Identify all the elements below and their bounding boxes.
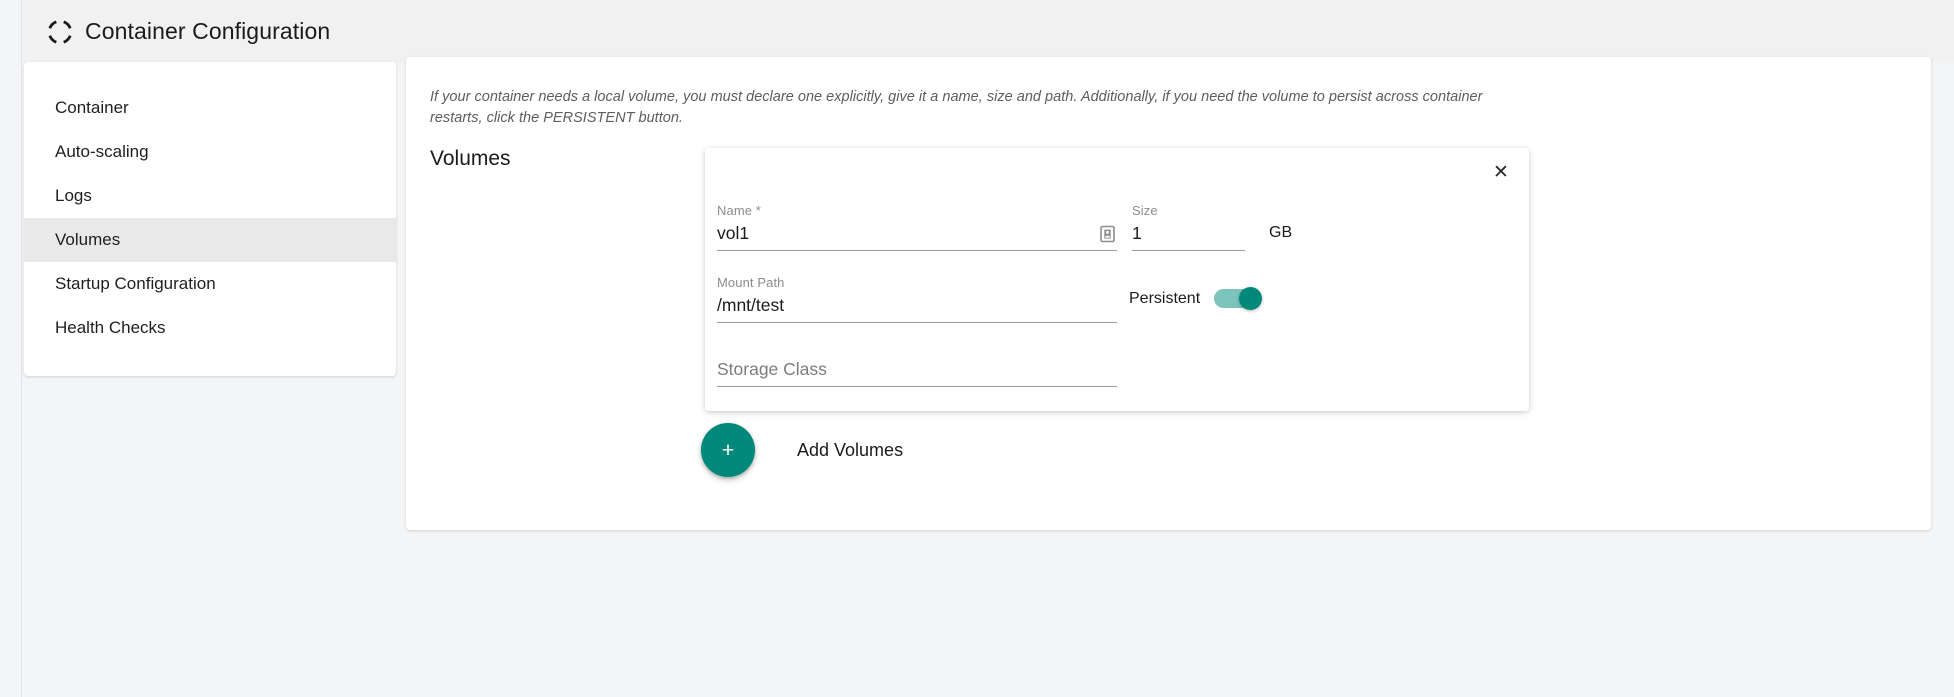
sidebar-item-label: Volumes — [55, 230, 121, 249]
sidebar-item-startup-configuration[interactable]: Startup Configuration — [24, 262, 396, 306]
close-icon[interactable]: ✕ — [1487, 158, 1515, 186]
volume-storage-class-input[interactable]: Storage Class — [717, 358, 1117, 387]
volume-mount-path-value: /mnt/test — [717, 295, 785, 315]
sidebar-item-label: Logs — [55, 186, 92, 205]
sidebar-item-auto-scaling[interactable]: Auto-scaling — [24, 130, 396, 174]
add-volumes-label: Add Volumes — [797, 439, 904, 460]
persistent-toggle-row: Persistent — [1129, 287, 1263, 310]
left-rail — [0, 0, 22, 697]
app-header: Container Configuration — [23, 0, 1954, 63]
container-circle-icon — [48, 19, 72, 44]
sidebar-item-container[interactable]: Container — [24, 86, 396, 130]
volume-size-input[interactable]: 1 — [1132, 222, 1245, 251]
volume-name-label: Name * — [717, 203, 761, 218]
sidebar-item-volumes[interactable]: Volumes — [24, 218, 396, 262]
badge-icon[interactable] — [1100, 225, 1115, 243]
volume-mount-path-field: Mount Path /mnt/test — [717, 275, 1117, 323]
toggle-thumb — [1239, 287, 1263, 310]
persistent-toggle[interactable] — [1214, 287, 1263, 310]
volume-storage-class-field: Storage Class — [717, 358, 1117, 387]
page-root: Container Configuration Container Auto-s… — [0, 0, 1954, 697]
add-volumes-row: + Add Volumes — [701, 423, 903, 477]
volume-storage-class-placeholder: Storage Class — [717, 359, 827, 379]
settings-sidebar: Container Auto-scaling Logs Volumes Star… — [24, 62, 396, 376]
volumes-section-title: Volumes — [430, 147, 511, 170]
volume-form-card: ✕ Name * vol1 Size 1 GB Mount Path /mnt/… — [705, 148, 1529, 411]
add-volumes-button[interactable]: + — [701, 423, 755, 477]
volume-size-value: 1 — [1132, 223, 1142, 243]
sidebar-item-label: Container — [55, 98, 129, 117]
volume-mount-path-input[interactable]: /mnt/test — [717, 294, 1117, 323]
page-title: Container Configuration — [85, 18, 331, 44]
volume-size-field: Size 1 — [1132, 203, 1245, 251]
sidebar-item-label: Health Checks — [55, 318, 166, 337]
sidebar-item-label: Auto-scaling — [55, 142, 149, 161]
sidebar-item-logs[interactable]: Logs — [24, 174, 396, 218]
plus-icon: + — [721, 438, 735, 462]
volume-name-input[interactable]: vol1 — [717, 222, 1117, 251]
volume-size-label: Size — [1132, 203, 1158, 218]
sidebar-item-health-checks[interactable]: Health Checks — [24, 306, 396, 350]
persistent-label: Persistent — [1129, 289, 1201, 307]
volume-name-value: vol1 — [717, 223, 750, 243]
volumes-panel: If your container needs a local volume, … — [406, 57, 1931, 530]
volume-mount-path-label: Mount Path — [717, 275, 785, 290]
volume-name-field: Name * vol1 — [717, 203, 1117, 251]
volume-size-unit: GB — [1269, 224, 1293, 241]
sidebar-item-label: Startup Configuration — [55, 274, 216, 293]
volumes-description: If your container needs a local volume, … — [430, 89, 1483, 126]
